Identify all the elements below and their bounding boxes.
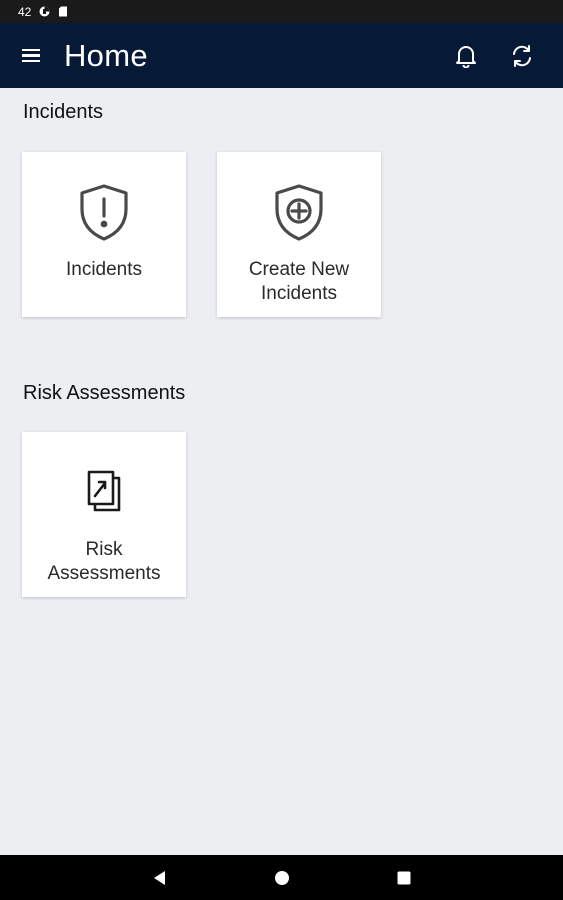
recents-icon[interactable] [393, 867, 415, 889]
home-icon[interactable] [271, 867, 293, 889]
create-new-incidents-tile[interactable]: Create New Incidents [217, 152, 381, 317]
sim-card-icon [58, 6, 69, 17]
hamburger-menu-icon[interactable] [22, 44, 46, 68]
system-nav-bar [0, 855, 563, 900]
status-time: 42 [18, 4, 32, 19]
section-title-incidents: Incidents [23, 101, 104, 123]
home-content: Incidents Incidents Create New Incidents… [0, 88, 563, 855]
incidents-tile[interactable]: Incidents [22, 152, 186, 317]
section-title-risk-assessments: Risk Assessments [23, 382, 186, 404]
risk-assessments-tile-label: Risk Assessments [47, 539, 161, 584]
app-bar: Home [0, 23, 563, 88]
refresh-icon[interactable] [509, 43, 535, 69]
bell-icon[interactable] [453, 43, 479, 69]
documents-arrow-icon [76, 462, 132, 522]
back-icon[interactable] [149, 867, 171, 889]
page-title: Home [64, 37, 148, 73]
create-new-incidents-tile-label: Create New Incidents [248, 259, 350, 304]
status-bar: 42 [0, 0, 563, 23]
risk-assessments-tile[interactable]: Risk Assessments [22, 432, 186, 597]
data-saver-icon [39, 6, 50, 17]
shield-alert-icon [76, 182, 132, 242]
shield-plus-icon [271, 182, 327, 242]
incidents-tile-label: Incidents [65, 259, 143, 280]
